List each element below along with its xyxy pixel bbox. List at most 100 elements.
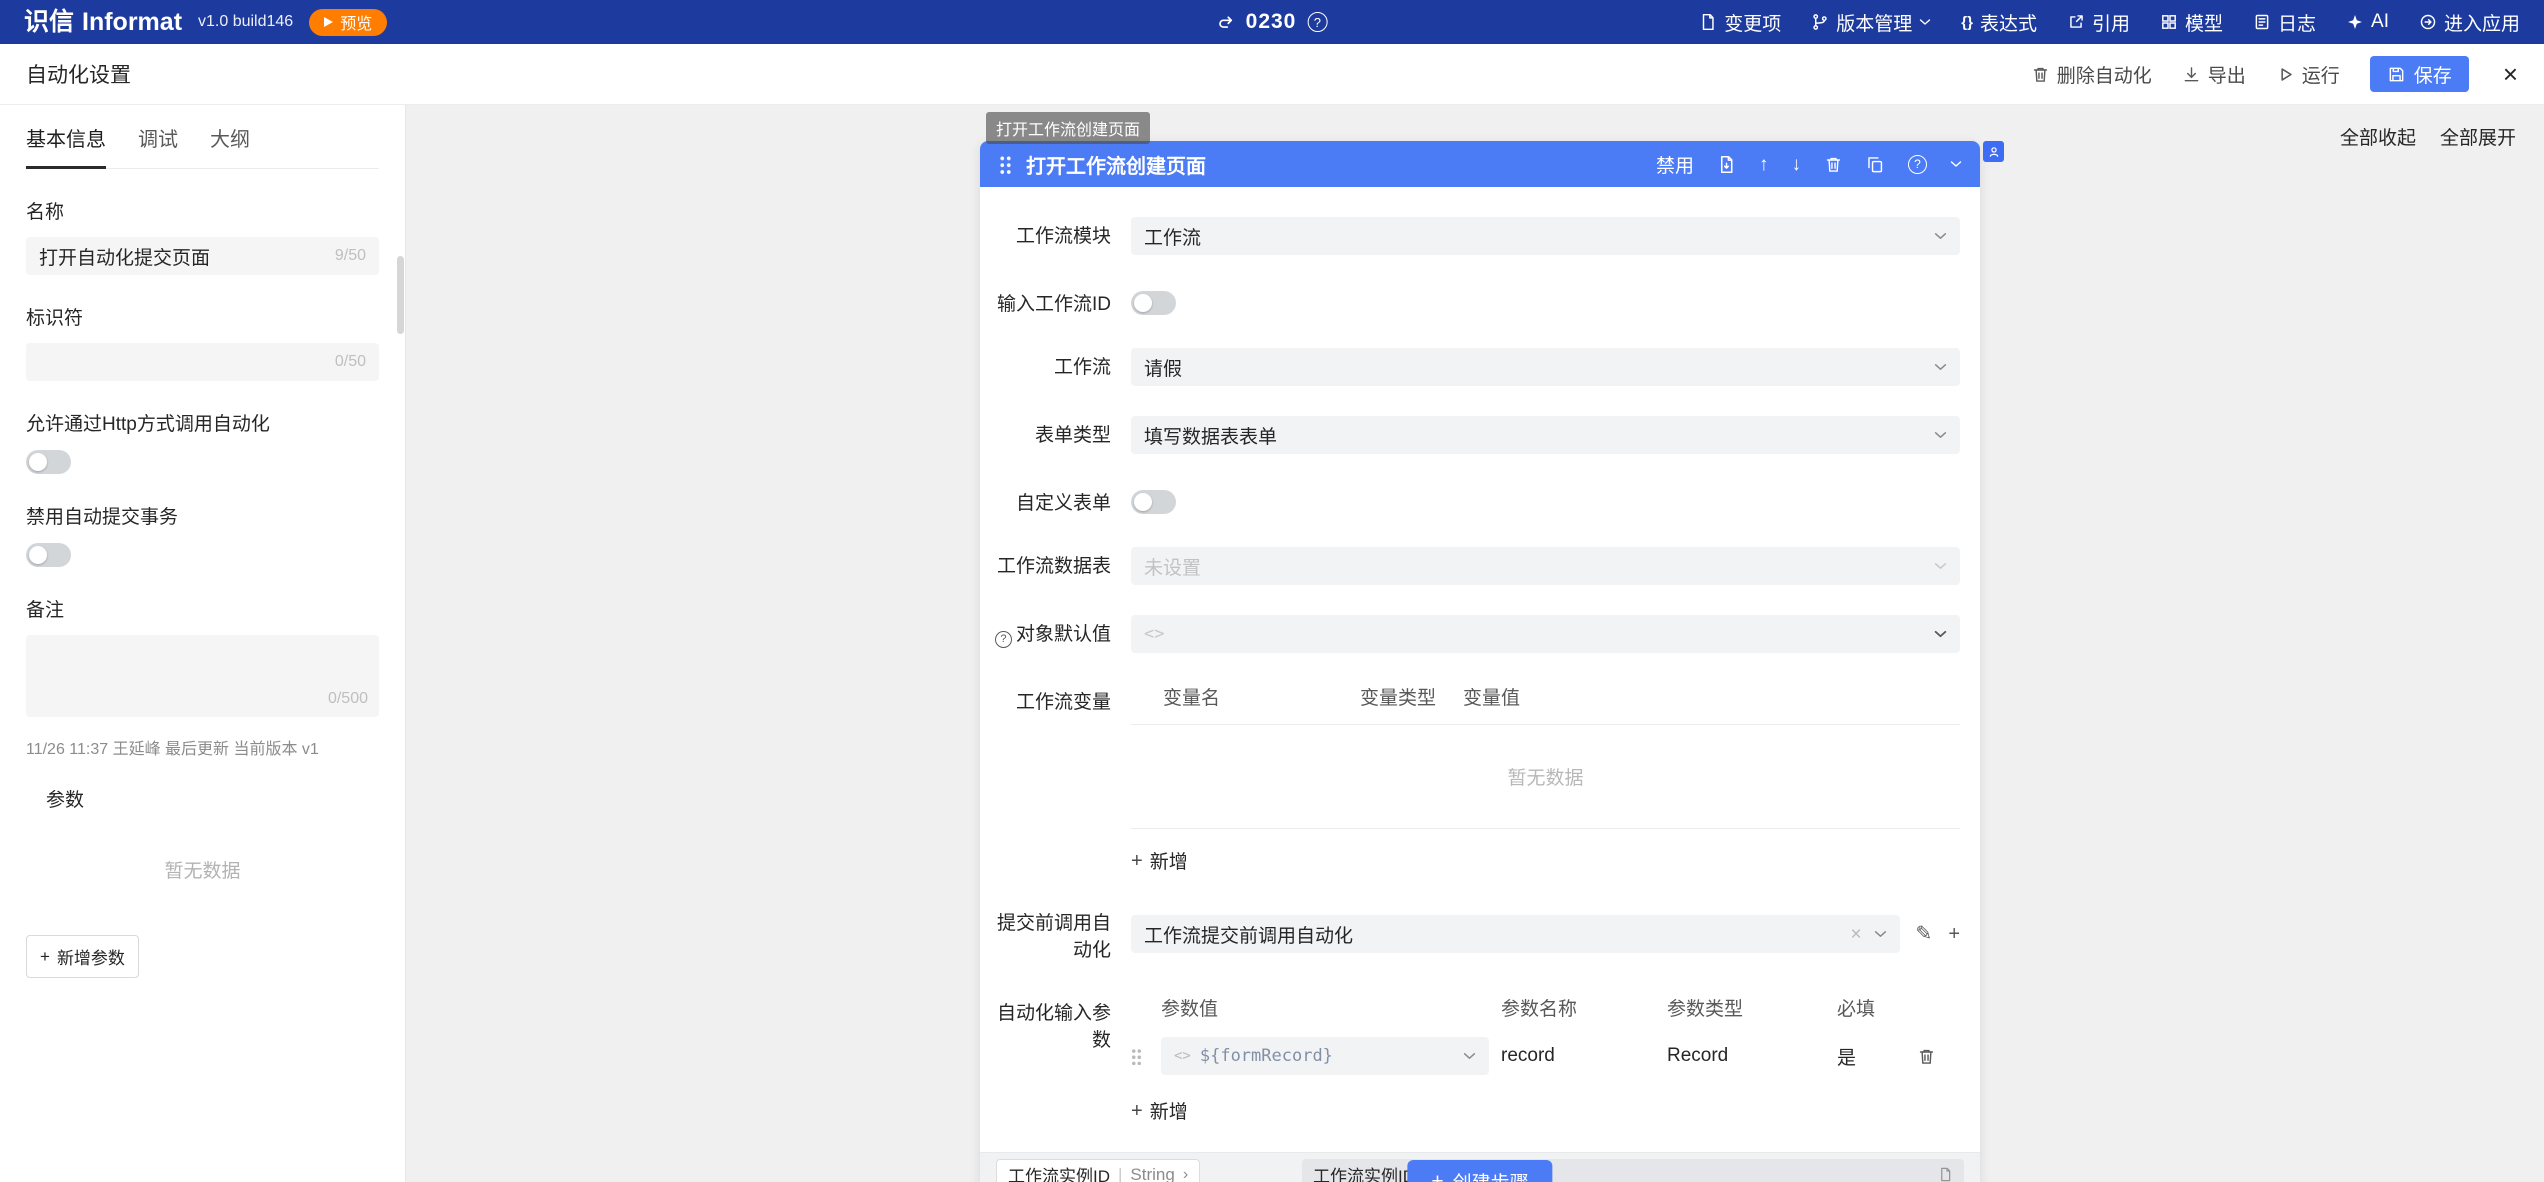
col-param-value: 参数值 [1161,994,1501,1021]
person-icon [1987,145,2001,159]
tab-basic-info[interactable]: 基本信息 [26,123,106,169]
chevron-down-icon [1934,232,1947,240]
nav-item-model[interactable]: 模型 [2160,9,2223,36]
add-variable-button[interactable]: + 新增 [1131,847,1188,874]
collapse-all-link[interactable]: 全部收起 [2340,123,2416,150]
nav-item-expression[interactable]: {} 表达式 [1961,9,2037,36]
module-value: 工作流 [1144,223,1201,250]
nav-item-version[interactable]: 版本管理 [1811,9,1931,36]
col-param-type: 参数类型 [1667,994,1837,1021]
chevron-right-icon: › [1183,1167,1188,1182]
preview-button[interactable]: 预览 [309,9,387,36]
run-button[interactable]: 运行 [2276,61,2340,88]
datasheet-select: 未设置 [1131,547,1960,585]
pre-submit-select[interactable]: 工作流提交前调用自动化 × [1131,915,1900,953]
form-type-select[interactable]: 填写数据表表单 [1131,416,1960,454]
flow-canvas[interactable]: 全部收起 全部展开 打开工作流创建页面 打开工作流创建页面 禁用 ↑ ↓ ? [406,105,2544,1182]
custom-form-toggle[interactable] [1131,490,1176,514]
form-type-label: 表单类型 [980,416,1111,454]
tab-outline[interactable]: 大纲 [210,123,250,168]
param-value-select[interactable]: <> ${formRecord} [1161,1037,1489,1075]
clear-icon[interactable]: × [1850,925,1861,944]
disable-button[interactable]: 禁用 [1656,151,1694,178]
edit-automation-icon[interactable]: ✎ [1916,924,1933,944]
card-title: 打开工作流创建页面 [1026,150,1206,179]
delete-param-icon[interactable] [1917,1047,1936,1066]
field-help-icon[interactable]: ? [995,631,1012,648]
form-type-value: 填写数据表表单 [1144,422,1277,449]
output-name-input[interactable]: 工作流实例ID [1302,1159,1964,1182]
col-param-name: 参数名称 [1501,994,1667,1021]
add-automation-icon[interactable]: + [1948,924,1960,944]
navbar-menu: 变更项 版本管理 {} 表达式 引用 模型 日志 AI 进入应用 [1699,9,2520,36]
logo-en: Informat [82,10,182,35]
move-up-icon[interactable]: ↑ [1759,155,1769,174]
default-obj-placeholder: <> [1144,624,1164,644]
chevron-down-icon [1934,363,1947,371]
field-row-input-id: 输入工作流ID [980,285,1980,318]
user-lookup-badge[interactable] [1983,141,2004,162]
nav-item-enter-app[interactable]: 进入应用 [2419,9,2520,36]
close-icon[interactable]: × [2503,61,2518,87]
logo-cn: 识信 [24,10,74,35]
nav-item-label: 版本管理 [1836,9,1912,36]
delete-automation-button[interactable]: 删除自动化 [2031,61,2152,88]
save-template-icon[interactable] [1717,155,1736,174]
run-play-icon [2276,65,2295,84]
last-updated-meta: 11/26 11:37 王延峰 最后更新 当前版本 v1 [26,735,379,759]
expand-all-link[interactable]: 全部展开 [2440,123,2516,150]
name-input[interactable]: 打开自动化提交页面 9/50 [26,237,379,275]
drag-handle-icon[interactable] [998,154,1011,174]
add-param-row-button[interactable]: + 新增 [1131,1097,1188,1124]
step-help-icon[interactable]: ? [1908,155,1927,174]
collapse-step-icon[interactable] [1950,160,1962,168]
variables-label: 工作流变量 [980,683,1111,874]
col-param-required: 必填 [1837,994,1917,1021]
enter-app-icon [2419,13,2437,31]
default-obj-input[interactable]: <> [1131,615,1960,653]
output-variable-chip[interactable]: 工作流实例ID | String › [996,1159,1200,1182]
app-logo[interactable]: 识信 Informat [24,10,182,35]
create-step-button[interactable]: + 创建步骤 [1407,1160,1552,1182]
workflow-step-card: 打开工作流创建页面 禁用 ↑ ↓ ? 工作流模块 [980,141,1980,1182]
nav-item-log[interactable]: 日志 [2253,9,2316,36]
module-select[interactable]: 工作流 [1131,217,1960,255]
http-toggle[interactable] [26,450,71,474]
auto-params-table-header: 参数值 参数名称 参数类型 必填 [1131,994,1960,1037]
nav-item-changes[interactable]: 变更项 [1699,9,1781,36]
plus-icon: + [1131,851,1143,871]
nav-item-ai[interactable]: AI [2346,11,2389,33]
workflow-select[interactable]: 请假 [1131,348,1960,386]
identifier-input[interactable]: 0/50 [26,343,379,381]
help-icon[interactable]: ? [1307,12,1327,32]
default-obj-label: 对象默认值 [1016,621,1111,648]
field-row-custom-form: 自定义表单 [980,484,1980,517]
add-variable-label: 新增 [1150,847,1188,874]
pipe-separator: | [1118,1165,1122,1182]
input-id-toggle[interactable] [1131,291,1176,315]
copy-step-icon[interactable] [1866,155,1885,174]
export-button[interactable]: 导出 [2182,61,2246,88]
auto-params-label: 自动化输入参数 [980,994,1111,1124]
card-header[interactable]: 打开工作流创建页面 禁用 ↑ ↓ ? [980,141,1980,187]
row-drag-handle-icon[interactable] [1131,1047,1142,1065]
add-param-button[interactable]: + 新增参数 [26,935,139,978]
delete-step-icon[interactable] [1824,155,1843,174]
sidebar-scrollbar[interactable] [397,256,404,334]
col-var-type: 变量类型 [1360,683,1463,710]
name-counter: 9/50 [335,247,366,265]
save-button[interactable]: 保存 [2370,56,2469,92]
redo-icon[interactable] [1217,13,1235,31]
create-step-label: 创建步骤 [1453,1168,1529,1182]
nav-item-reference[interactable]: 引用 [2067,9,2130,36]
field-row-module: 工作流模块 工作流 [980,217,1980,255]
tab-debug[interactable]: 调试 [138,123,178,168]
changes-doc-icon [1699,13,1717,31]
module-label: 工作流模块 [980,217,1111,255]
field-row-default-obj: ? 对象默认值 <> [980,615,1980,653]
move-down-icon[interactable]: ↓ [1792,155,1802,174]
braces-icon: {} [1961,15,1973,30]
field-row-pre-submit: 提交前调用自动化 工作流提交前调用自动化 × ✎ + [980,904,1980,964]
remark-textarea[interactable]: 0/500 [26,635,379,717]
tx-toggle[interactable] [26,543,71,567]
